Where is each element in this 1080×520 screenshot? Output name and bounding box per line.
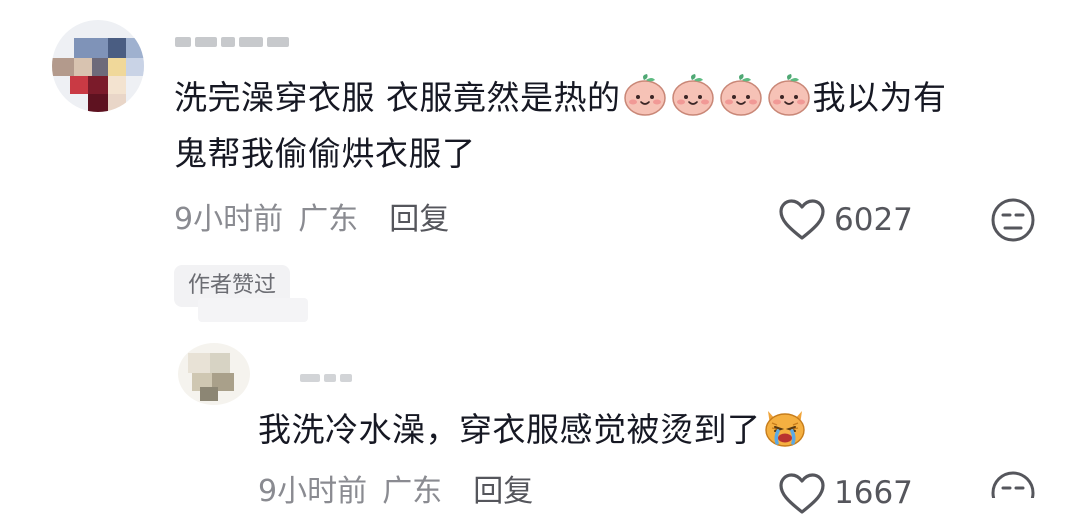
comment-meta: 9小时前 广东 回复 (174, 200, 449, 244)
comment-dislike-button[interactable] (990, 197, 1036, 247)
comment-location: 广东 (298, 202, 359, 237)
comment-like-button[interactable] (778, 198, 826, 246)
crying-cat-emoji-icon (761, 410, 809, 449)
comment-like-count: 6027 (834, 202, 913, 238)
unamused-face-icon (990, 198, 1036, 247)
peach-smile-emoji-icon (717, 74, 765, 117)
reply-text-body: 我洗冷水澡，穿衣服感觉被烫到了 (258, 410, 761, 449)
unamused-face-icon (990, 471, 1036, 515)
heart-icon (778, 199, 826, 246)
comment-time: 9小时前 (174, 202, 284, 237)
reply-meta: 9小时前 广东 回复 (258, 472, 533, 516)
reply-reply-button[interactable]: 回复 (473, 474, 533, 509)
blurred-area (198, 298, 308, 322)
reply-time: 9小时前 (258, 474, 368, 509)
replier-username-blurred[interactable] (300, 374, 352, 384)
commenter-username-blurred[interactable] (175, 37, 295, 49)
reply-like-button[interactable] (778, 472, 826, 520)
peach-smile-emoji-icon (765, 74, 813, 117)
comment-text: 洗完澡穿衣服 衣服竟然是热的 我以为有鬼帮我偷偷烘衣服了 (174, 70, 1034, 182)
comment-text-line2: 鬼帮我偷偷烘衣服了 (174, 134, 476, 173)
reply-text: 我洗冷水澡，穿衣服感觉被烫到了 (258, 402, 1018, 458)
commenter-avatar[interactable] (52, 20, 144, 112)
reply-dislike-button[interactable] (990, 470, 1036, 515)
reply-like-count: 1667 (834, 475, 913, 511)
heart-icon (778, 473, 826, 520)
peach-smile-emoji-icon (621, 74, 669, 117)
comment-text-part2: 我以为有 (812, 78, 947, 117)
comment-text-part1: 洗完澡穿衣服 衣服竟然是热的 (174, 78, 621, 117)
reply-location: 广东 (382, 474, 443, 509)
comment-reply-button[interactable]: 回复 (389, 202, 449, 237)
peach-smile-emoji-icon (669, 74, 717, 117)
replier-avatar[interactable] (178, 343, 250, 405)
